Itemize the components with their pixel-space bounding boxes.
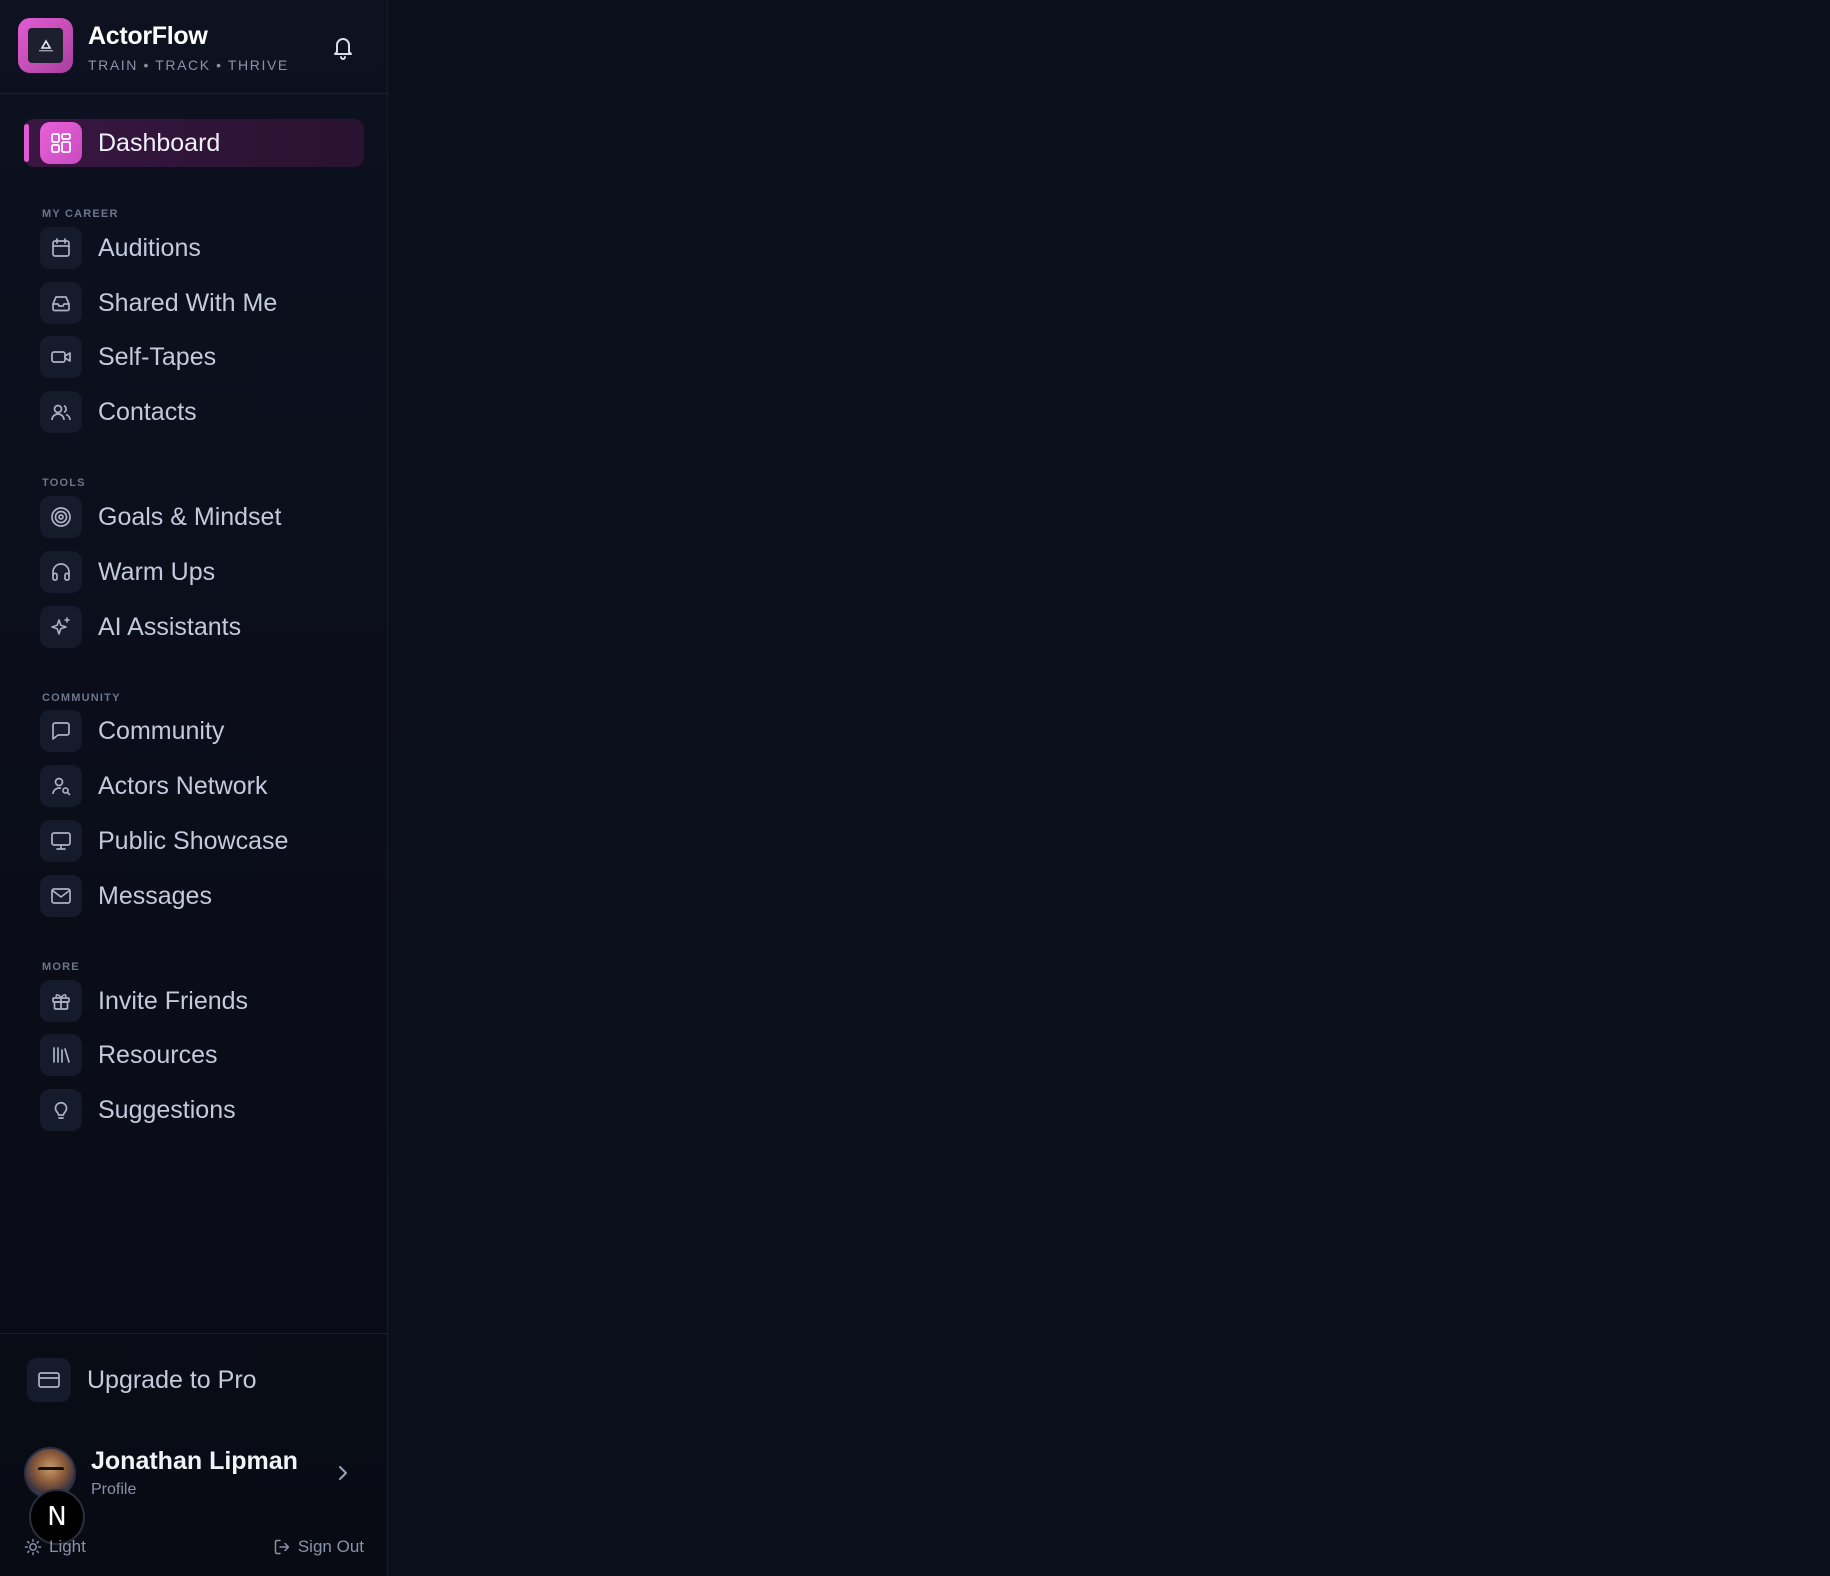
nav-suggestions-label: Suggestions [98, 1095, 236, 1124]
lightbulb-icon [54, 1101, 68, 1119]
nav-resources[interactable]: Resources [24, 1031, 364, 1079]
bell-icon [334, 38, 352, 60]
gift-icon [52, 994, 70, 1010]
nav-contacts[interactable]: Contacts [24, 388, 364, 436]
upgrade-to-pro-button[interactable]: Upgrade to Pro [24, 1356, 364, 1404]
users-icon [51, 404, 71, 421]
users-icon-wrap [40, 391, 82, 433]
mail-icon [51, 888, 71, 904]
main-content [389, 0, 1830, 1576]
nav-shared-label: Shared With Me [98, 288, 278, 317]
video-icon-wrap [40, 336, 82, 378]
nav-actors-network[interactable]: Actors Network [24, 762, 364, 810]
upgrade-label: Upgrade to Pro [87, 1365, 257, 1394]
theme-toggle-button[interactable]: Light [24, 1537, 86, 1557]
nav-auditions[interactable]: Auditions [24, 224, 364, 272]
active-indicator [24, 124, 29, 162]
message-square-icon [52, 722, 70, 740]
library-icon-wrap [40, 1034, 82, 1076]
logo-mark [28, 28, 63, 63]
dashboard-icon-wrap [40, 122, 82, 164]
nav-self-tapes[interactable]: Self-Tapes [24, 333, 364, 381]
nav-invite-label: Invite Friends [98, 986, 249, 1015]
nav-goals-mindset[interactable]: Goals & Mindset [24, 493, 364, 541]
nav-goals-label: Goals & Mindset [98, 502, 282, 531]
nav-ai-label: AI Assistants [98, 612, 242, 641]
nav-messages[interactable]: Messages [24, 872, 364, 920]
video-camera-icon [51, 351, 71, 363]
nav-invite-friends[interactable]: Invite Friends [24, 977, 364, 1025]
profile-subtitle: Profile [91, 1481, 137, 1498]
inbox-icon-wrap [40, 282, 82, 324]
monitor-icon-wrap [40, 820, 82, 862]
chat-icon-wrap [40, 710, 82, 752]
log-out-icon [274, 1539, 290, 1555]
sparkles-icon-wrap [40, 606, 82, 648]
sidebar: ActorFlow TRAIN • TRACK • THRIVE Dashboa… [0, 0, 388, 1576]
nav-suggestions[interactable]: Suggestions [24, 1086, 364, 1134]
section-tools: TOOLS [42, 477, 86, 489]
app-logo[interactable] [18, 18, 73, 73]
nav-auditions-label: Auditions [98, 233, 201, 262]
nav-contacts-label: Contacts [98, 397, 197, 426]
credit-card-icon [38, 1372, 60, 1388]
mail-icon-wrap [40, 875, 82, 917]
divider [0, 1333, 388, 1334]
section-more: MORE [42, 961, 80, 973]
sun-icon [24, 1538, 42, 1556]
avatar-detail [38, 1467, 64, 1475]
user-search-icon-wrap [40, 765, 82, 807]
sidebar-footer: Light Sign Out [24, 1537, 364, 1563]
nav-dashboard[interactable]: Dashboard [24, 119, 364, 167]
nav-community[interactable]: Community [24, 707, 364, 755]
user-search-icon [52, 777, 71, 796]
section-community: COMMUNITY [42, 692, 121, 704]
headphones-icon-wrap [40, 551, 82, 593]
dashboard-icon [51, 133, 71, 153]
nav-resources-label: Resources [98, 1040, 218, 1069]
section-my-career: MY CAREER [42, 208, 119, 220]
target-icon [51, 507, 71, 527]
sign-out-label: Sign Out [297, 1537, 364, 1556]
nav-messages-label: Messages [98, 881, 212, 910]
nav-community-label: Community [98, 716, 225, 745]
credit-card-icon-wrap [27, 1358, 71, 1402]
inbox-icon [52, 296, 70, 312]
nav-dashboard-label: Dashboard [98, 128, 221, 157]
logo-icon [38, 38, 53, 51]
brand-header: ActorFlow TRAIN • TRACK • THRIVE [0, 0, 388, 94]
nav-warm-ups[interactable]: Warm Ups [24, 548, 364, 596]
profile-button[interactable]: Jonathan Lipman Profile [24, 1443, 364, 1503]
monitor-icon [51, 832, 71, 850]
headphones-icon [52, 563, 70, 581]
gift-icon-wrap [40, 980, 82, 1022]
nav-selftapes-label: Self-Tapes [98, 342, 217, 371]
target-icon-wrap [40, 496, 82, 538]
sparkles-icon [51, 617, 70, 635]
notifications-button[interactable] [328, 32, 358, 62]
nav-shared-with-me[interactable]: Shared With Me [24, 279, 364, 327]
nav-ai-assistants[interactable]: AI Assistants [24, 603, 364, 651]
lightbulb-icon-wrap [40, 1089, 82, 1131]
theme-toggle-label: Light [49, 1537, 86, 1556]
profile-name: Jonathan Lipman [91, 1447, 298, 1475]
nav-warmups-label: Warm Ups [98, 557, 216, 586]
nav-public-showcase[interactable]: Public Showcase [24, 817, 364, 865]
app-tagline: TRAIN • TRACK • THRIVE [88, 57, 289, 73]
calendar-icon [52, 238, 70, 257]
calendar-icon-wrap [40, 227, 82, 269]
nav-network-label: Actors Network [98, 771, 268, 800]
sign-out-button[interactable]: Sign Out [273, 1537, 364, 1557]
library-icon [53, 1047, 70, 1063]
app-title: ActorFlow [88, 22, 208, 50]
nav-showcase-label: Public Showcase [98, 826, 289, 855]
chevron-right-icon [336, 1463, 350, 1483]
